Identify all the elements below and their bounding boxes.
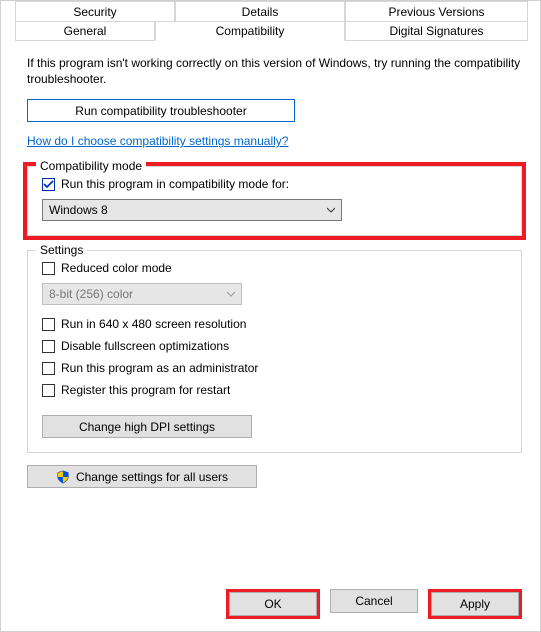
reduced-color-label: Reduced color mode bbox=[61, 261, 172, 275]
register-restart-label: Register this program for restart bbox=[61, 383, 230, 397]
highlight-ok: OK bbox=[226, 589, 320, 619]
apply-button[interactable]: Apply bbox=[431, 592, 519, 616]
group-title-compat: Compatibility mode bbox=[36, 159, 146, 173]
compat-mode-select[interactable]: Windows 8 bbox=[42, 199, 342, 221]
tab-details[interactable]: Details bbox=[175, 1, 345, 21]
disable-fullscreen-label: Disable fullscreen optimizations bbox=[61, 339, 229, 353]
run-as-admin-checkbox[interactable] bbox=[42, 362, 55, 375]
run-as-admin-label: Run this program as an administrator bbox=[61, 361, 258, 375]
disable-fullscreen-checkbox[interactable] bbox=[42, 340, 55, 353]
color-mode-select-value: 8-bit (256) color bbox=[49, 287, 133, 301]
tab-compatibility[interactable]: Compatibility bbox=[155, 21, 345, 41]
change-all-users-label: Change settings for all users bbox=[76, 470, 228, 484]
highlight-apply: Apply bbox=[428, 589, 522, 619]
tab-panel-compatibility: If this program isn't working correctly … bbox=[27, 55, 522, 576]
compatibility-mode-group: Compatibility mode Run this program in c… bbox=[27, 166, 522, 236]
help-link[interactable]: How do I choose compatibility settings m… bbox=[27, 134, 288, 148]
run-troubleshooter-button[interactable]: Run compatibility troubleshooter bbox=[27, 99, 295, 122]
settings-group: Settings Reduced color mode 8-bit (256) … bbox=[27, 250, 522, 453]
tab-digital-signatures[interactable]: Digital Signatures bbox=[345, 21, 528, 41]
color-mode-select: 8-bit (256) color bbox=[42, 283, 242, 305]
compat-mode-label: Run this program in compatibility mode f… bbox=[61, 177, 289, 191]
compat-mode-checkbox[interactable] bbox=[42, 178, 55, 191]
chevron-down-icon bbox=[227, 290, 235, 298]
dialog-footer: OK Cancel Apply bbox=[226, 589, 522, 619]
run-640x480-label: Run in 640 x 480 screen resolution bbox=[61, 317, 246, 331]
intro-text: If this program isn't working correctly … bbox=[27, 55, 522, 87]
reduced-color-checkbox[interactable] bbox=[42, 262, 55, 275]
group-title-settings: Settings bbox=[36, 243, 87, 257]
tab-general[interactable]: General bbox=[15, 21, 155, 41]
change-dpi-button[interactable]: Change high DPI settings bbox=[42, 415, 252, 438]
register-restart-checkbox[interactable] bbox=[42, 384, 55, 397]
chevron-down-icon bbox=[327, 206, 335, 214]
change-all-users-button[interactable]: Change settings for all users bbox=[27, 465, 257, 488]
run-640x480-checkbox[interactable] bbox=[42, 318, 55, 331]
compat-mode-select-value: Windows 8 bbox=[49, 203, 108, 217]
ok-button[interactable]: OK bbox=[229, 592, 317, 616]
tab-strip: Security Details Previous Versions Gener… bbox=[15, 1, 540, 41]
cancel-button[interactable]: Cancel bbox=[330, 589, 418, 613]
checkmark-icon bbox=[43, 179, 54, 190]
tab-security[interactable]: Security bbox=[15, 1, 175, 21]
tab-previous-versions[interactable]: Previous Versions bbox=[345, 1, 528, 21]
shield-icon bbox=[56, 470, 70, 484]
properties-dialog: Security Details Previous Versions Gener… bbox=[0, 0, 541, 632]
